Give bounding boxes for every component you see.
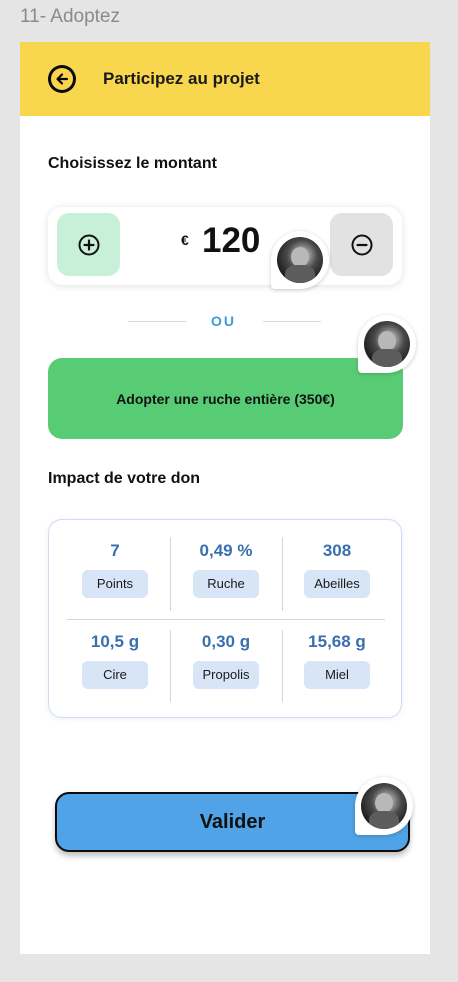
row-divider xyxy=(67,619,385,620)
divider-right xyxy=(263,321,321,322)
stat-value: 10,5 g xyxy=(90,632,140,651)
frame-label: 11- Adoptez xyxy=(20,6,121,27)
stat-value: 308 xyxy=(322,541,352,560)
stat-points: 7 Points xyxy=(65,541,165,598)
decrease-amount-button[interactable] xyxy=(330,213,393,276)
or-separator: OU xyxy=(211,313,236,329)
stat-label: Points xyxy=(82,570,148,598)
back-button[interactable] xyxy=(48,65,76,93)
amount-stepper: € 120 xyxy=(48,207,402,285)
comment-avatar[interactable] xyxy=(271,231,329,289)
stat-label: Abeilles xyxy=(304,570,370,598)
stat-label: Cire xyxy=(82,661,148,689)
column-divider xyxy=(170,537,171,611)
adopt-whole-hive-button[interactable]: Adopter une ruche entière (350€) xyxy=(48,358,403,439)
avatar-photo xyxy=(364,321,410,367)
stat-hive: 0,49 % Ruche xyxy=(176,541,276,598)
stat-wax: 10,5 g Cire xyxy=(65,632,165,689)
stat-value: 15,68 g xyxy=(308,632,366,651)
avatar-photo xyxy=(361,783,407,829)
comment-avatar[interactable] xyxy=(355,777,413,835)
column-divider xyxy=(282,537,283,611)
stat-label: Ruche xyxy=(193,570,259,598)
impact-card: 7 Points 0,49 % Ruche 308 Abeilles 10,5 … xyxy=(48,519,402,718)
avatar-photo xyxy=(277,237,323,283)
amount-section-title: Choisissez le montant xyxy=(48,155,217,172)
stat-propolis: 0,30 g Propolis xyxy=(176,632,276,689)
stat-label: Propolis xyxy=(192,661,260,689)
amount-value[interactable]: 120 xyxy=(202,221,260,261)
comment-avatar[interactable] xyxy=(358,315,416,373)
stat-label: Miel xyxy=(304,661,370,689)
stat-value: 0,30 g xyxy=(201,632,251,651)
increase-amount-button[interactable] xyxy=(57,213,120,276)
page-title: Participez au projet xyxy=(103,69,260,88)
column-divider xyxy=(282,630,283,702)
column-divider xyxy=(170,630,171,702)
minus-circle-icon xyxy=(351,234,372,255)
stat-value: 7 xyxy=(110,541,120,560)
impact-section-title: Impact de votre don xyxy=(48,470,201,487)
arrow-left-circle-icon xyxy=(51,68,73,90)
stat-bees: 308 Abeilles xyxy=(287,541,387,598)
currency-symbol: € xyxy=(181,232,189,248)
divider-left xyxy=(128,321,186,322)
plus-circle-icon xyxy=(78,234,99,255)
header-bar: Participez au projet xyxy=(20,42,430,116)
stat-value: 0,49 % xyxy=(199,541,253,560)
stat-honey: 15,68 g Miel xyxy=(287,632,387,689)
